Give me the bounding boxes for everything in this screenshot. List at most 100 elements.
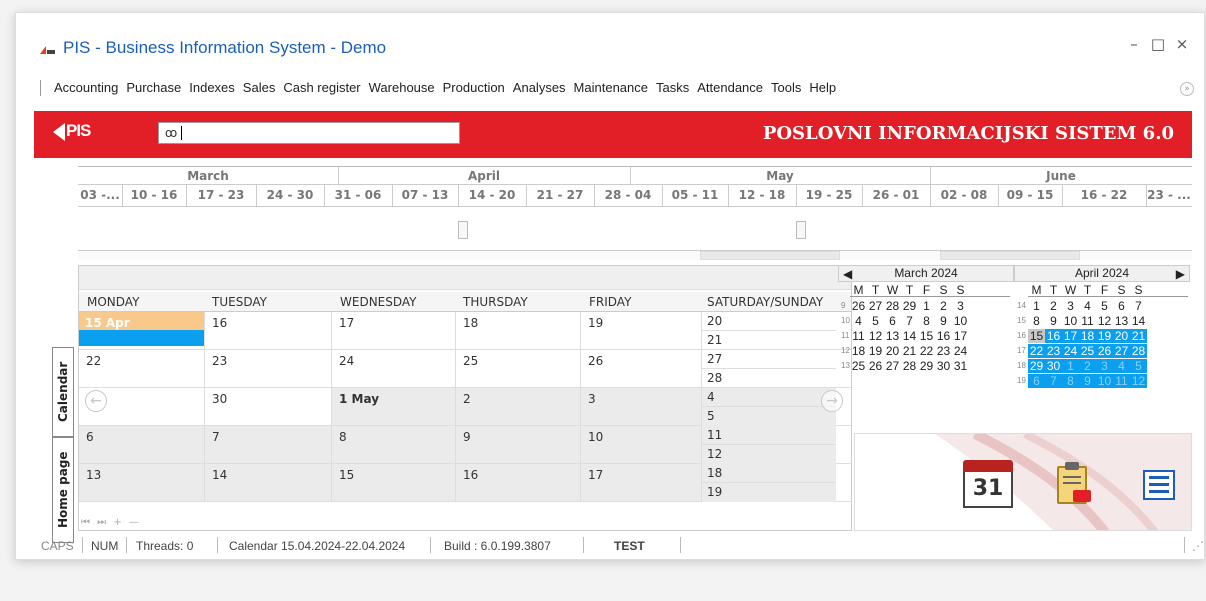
- mini-calendar-day[interactable]: 18: [1079, 329, 1096, 343]
- calendar-weekend-cell[interactable]: 11: [702, 426, 836, 445]
- calendar-day-cell[interactable]: 30: [205, 388, 332, 425]
- mini-calendar-day[interactable]: 28: [884, 299, 901, 313]
- mini-calendar-day[interactable]: 5: [1130, 359, 1147, 373]
- mini-calendar-day[interactable]: 9: [935, 314, 952, 328]
- calendar-day-cell[interactable]: 17: [332, 312, 456, 349]
- calendar-day-cell[interactable]: 22: [79, 350, 205, 387]
- mini-calendar-day[interactable]: 14: [1130, 314, 1147, 328]
- menu-tools[interactable]: Tools: [771, 80, 801, 95]
- mini-calendar-day[interactable]: 3: [1062, 299, 1079, 313]
- calendar-weekend-cell[interactable]: 12: [702, 445, 836, 464]
- next-month-icon[interactable]: ▶: [1176, 267, 1185, 281]
- timeline-week[interactable]: 05 - 11: [662, 188, 728, 202]
- calendar-weekend-cell[interactable]: 4: [702, 388, 836, 407]
- mini-calendar-day[interactable]: 5: [1096, 299, 1113, 313]
- mini-calendar-day[interactable]: 10: [1096, 374, 1113, 388]
- calendar-day-cell[interactable]: 15 Apr: [79, 312, 205, 349]
- mini-calendar-day[interactable]: 13: [884, 329, 901, 343]
- calendar-day-cell[interactable]: 3: [581, 388, 702, 425]
- timeline-week[interactable]: 03 -...: [78, 188, 122, 202]
- calendar-day-cell[interactable]: 19: [581, 312, 702, 349]
- mini-calendar-day[interactable]: 27: [884, 359, 901, 373]
- mini-calendar-day[interactable]: 4: [1113, 359, 1130, 373]
- mini-calendar-day[interactable]: 6: [1113, 299, 1130, 313]
- mini-calendar-day[interactable]: 26: [850, 299, 867, 313]
- mini-calendar-day[interactable]: 28: [1130, 344, 1147, 358]
- mini-calendar-day[interactable]: 30: [935, 359, 952, 373]
- mini-calendar-day[interactable]: 7: [1045, 374, 1062, 388]
- mini-calendar-day[interactable]: 24: [952, 344, 969, 358]
- mini-calendar-day[interactable]: 17: [952, 329, 969, 343]
- menu-production[interactable]: Production: [443, 80, 505, 95]
- calendar-day-cell[interactable]: 17: [581, 464, 702, 501]
- mini-calendar-day[interactable]: 30: [1045, 359, 1062, 373]
- calendar-day-cell[interactable]: 18: [456, 312, 581, 349]
- mini-calendar-day[interactable]: 19: [867, 344, 884, 358]
- mini-calendar-day[interactable]: 8: [1062, 374, 1079, 388]
- mini-calendar-day[interactable]: 10: [952, 314, 969, 328]
- menu-accounting[interactable]: Accounting: [54, 80, 118, 95]
- calendar-day-cell[interactable]: 6: [79, 426, 205, 463]
- calendar-day-cell[interactable]: 25: [456, 350, 581, 387]
- mini-calendar-day[interactable]: 4: [850, 314, 867, 328]
- timeline-week[interactable]: 09 - 15: [998, 188, 1062, 202]
- calendar-day-cell[interactable]: 2: [456, 388, 581, 425]
- menu-help[interactable]: Help: [809, 80, 836, 95]
- mini-calendar-day[interactable]: 29: [1028, 359, 1045, 373]
- calendar-navigator[interactable]: ⏮ ⏭ + —: [81, 517, 141, 528]
- close-button[interactable]: ×: [1172, 35, 1192, 53]
- calendar-day-cell[interactable]: 14: [205, 464, 332, 501]
- mini-calendar-day[interactable]: 21: [901, 344, 918, 358]
- mini-calendar-day[interactable]: 20: [884, 344, 901, 358]
- timeline-week[interactable]: 23 - ...: [1146, 188, 1192, 202]
- menu-warehouse[interactable]: Warehouse: [369, 80, 435, 95]
- calendar-day-cell[interactable]: 1 May: [332, 388, 456, 425]
- mini-calendar-day[interactable]: 6: [884, 314, 901, 328]
- mini-calendar-day[interactable]: 1: [1028, 299, 1045, 313]
- mini-calendar-day[interactable]: 24: [1062, 344, 1079, 358]
- mini-calendar-day[interactable]: 5: [867, 314, 884, 328]
- mini-calendar-day[interactable]: 8: [918, 314, 935, 328]
- document-list-icon[interactable]: [1143, 470, 1175, 500]
- menu-attendance[interactable]: Attendance: [697, 80, 763, 95]
- timeline-week[interactable]: 21 - 27: [526, 188, 594, 202]
- maximize-button[interactable]: □: [1148, 35, 1168, 53]
- mini-calendar-day[interactable]: 28: [901, 359, 918, 373]
- timeline-week[interactable]: 16 - 22: [1062, 188, 1146, 202]
- collapse-ribbon-icon[interactable]: »: [1180, 82, 1194, 96]
- mini-calendar-day[interactable]: 15: [1028, 329, 1045, 343]
- calendar-weekend-cell[interactable]: 20: [702, 312, 836, 331]
- calendar-weekend-cell[interactable]: 21: [702, 331, 836, 350]
- mini-calendar-day[interactable]: 10: [1062, 314, 1079, 328]
- menu-maintenance[interactable]: Maintenance: [574, 80, 648, 95]
- timeline-week[interactable]: 17 - 23: [186, 188, 256, 202]
- calendar-weekend-cell[interactable]: 18: [702, 464, 836, 483]
- mini-calendar-day[interactable]: 26: [867, 359, 884, 373]
- mini-calendar-day[interactable]: 15: [918, 329, 935, 343]
- mini-calendar-day[interactable]: 14: [901, 329, 918, 343]
- mini-calendar-day[interactable]: 2: [1045, 299, 1062, 313]
- calendar-day-cell[interactable]: 9: [456, 426, 581, 463]
- mini-calendar-day[interactable]: 19: [1096, 329, 1113, 343]
- resize-grip-icon[interactable]: ⋰: [1192, 539, 1204, 553]
- mini-calendar-day[interactable]: 7: [901, 314, 918, 328]
- mini-calendar-day[interactable]: 23: [1045, 344, 1062, 358]
- timeline-week[interactable]: 28 - 04: [594, 188, 662, 202]
- mini-calendar-day[interactable]: 7: [1130, 299, 1147, 313]
- timeline-strip[interactable]: March April May June 03 -... 10 - 16 17 …: [78, 166, 1192, 264]
- menu-sales[interactable]: Sales: [243, 80, 276, 95]
- mini-calendar-day[interactable]: 6: [1028, 374, 1045, 388]
- timeline-week[interactable]: 10 - 16: [122, 188, 186, 202]
- mini-calendar-day[interactable]: 20: [1113, 329, 1130, 343]
- mini-calendar-day[interactable]: 31: [952, 359, 969, 373]
- mini-calendar-day[interactable]: 11: [850, 329, 867, 343]
- timeline-week[interactable]: 07 - 13: [392, 188, 458, 202]
- mini-calendar-day[interactable]: 11: [1113, 374, 1130, 388]
- calendar-weekend-cell[interactable]: 27: [702, 350, 836, 369]
- mini-calendar-day[interactable]: 13: [1113, 314, 1130, 328]
- previous-week-icon[interactable]: ←: [85, 390, 107, 412]
- mini-calendar-day[interactable]: 23: [935, 344, 952, 358]
- tab-calendar[interactable]: Calendar: [52, 347, 74, 437]
- mini-calendar-day[interactable]: 3: [1096, 359, 1113, 373]
- menu-indexes[interactable]: Indexes: [189, 80, 235, 95]
